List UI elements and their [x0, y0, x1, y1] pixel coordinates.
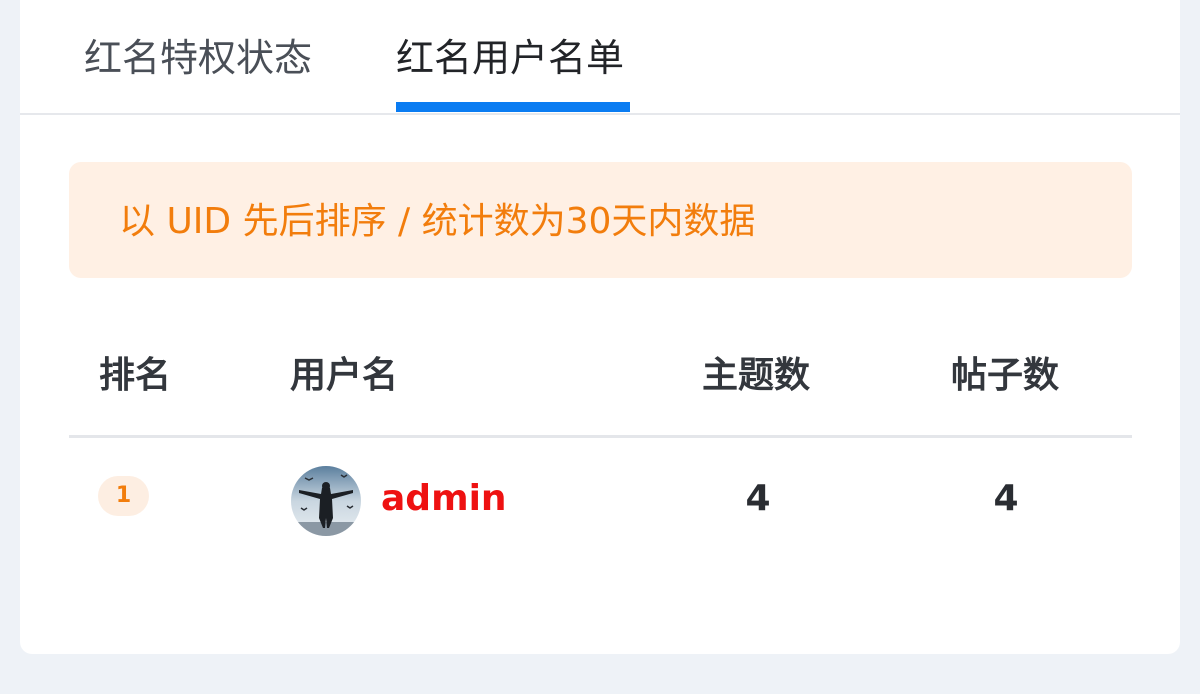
table-header: 排名 用户名 主题数 帖子数 — [20, 350, 1180, 406]
tab-red-name-privilege-status[interactable]: 红名特权状态 — [84, 34, 320, 82]
header-topics: 主题数 — [701, 355, 810, 396]
header-rank: 排名 — [99, 355, 172, 396]
username-link[interactable]: admin — [381, 474, 507, 524]
notice-text: 以 UID 先后排序 / 统计数为30天内数据 — [119, 201, 756, 242]
active-tab-indicator — [396, 102, 630, 112]
topics-count: 4 — [745, 478, 771, 519]
posts-count: 4 — [993, 478, 1019, 519]
avatar-image — [291, 466, 361, 536]
avatar[interactable] — [291, 466, 361, 536]
red-name-card: 红名特权状态 红名用户名单 以 UID 先后排序 / 统计数为30天内数据 排名… — [20, 0, 1180, 654]
header-username: 用户名 — [290, 355, 399, 396]
tab-red-name-user-list[interactable]: 红名用户名单 — [396, 34, 630, 82]
notice-banner: 以 UID 先后排序 / 统计数为30天内数据 — [69, 162, 1132, 278]
header-divider — [69, 435, 1132, 438]
header-posts: 帖子数 — [950, 355, 1059, 396]
rank-badge: 1 — [98, 476, 149, 516]
table-row: 1 admin 4 4 — [20, 462, 1180, 542]
tab-bar: 红名特权状态 红名用户名单 — [20, 0, 1180, 115]
